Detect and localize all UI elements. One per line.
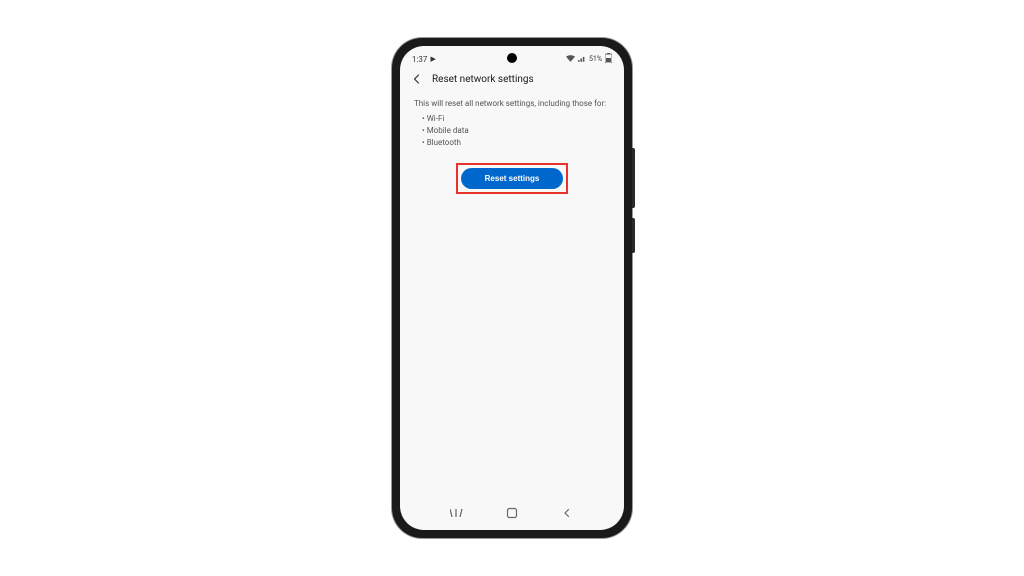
bullet-item: • Wi-Fi <box>422 113 610 125</box>
volume-button <box>632 148 635 208</box>
content-area: This will reset all network settings, in… <box>400 94 624 498</box>
recents-icon[interactable] <box>447 506 467 520</box>
wifi-icon <box>566 55 575 64</box>
back-icon[interactable] <box>410 72 424 86</box>
bullet-item: • Mobile data <box>422 125 610 137</box>
power-button <box>632 218 635 253</box>
signal-icon <box>578 55 586 64</box>
phone-screen: 1:37 ▶ 51% Reset network settings <box>400 46 624 530</box>
description-text: This will reset all network settings, in… <box>414 98 610 109</box>
navigation-bar <box>400 498 624 530</box>
camera-notch <box>507 53 517 63</box>
page-header: Reset network settings <box>400 68 624 94</box>
highlight-box: Reset settings <box>456 163 569 194</box>
bullet-item: • Bluetooth <box>422 137 610 149</box>
fast-forward-icon: ▶ <box>430 55 435 63</box>
bullet-list: • Wi-Fi • Mobile data • Bluetooth <box>414 113 610 149</box>
status-time: 1:37 <box>412 55 427 64</box>
page-title: Reset network settings <box>432 74 534 85</box>
back-nav-icon[interactable] <box>557 506 577 520</box>
home-icon[interactable] <box>502 506 522 520</box>
phone-frame: 1:37 ▶ 51% Reset network settings <box>392 38 632 538</box>
battery-icon <box>605 53 612 65</box>
battery-percent: 51% <box>589 55 602 63</box>
reset-settings-button[interactable]: Reset settings <box>461 168 564 189</box>
